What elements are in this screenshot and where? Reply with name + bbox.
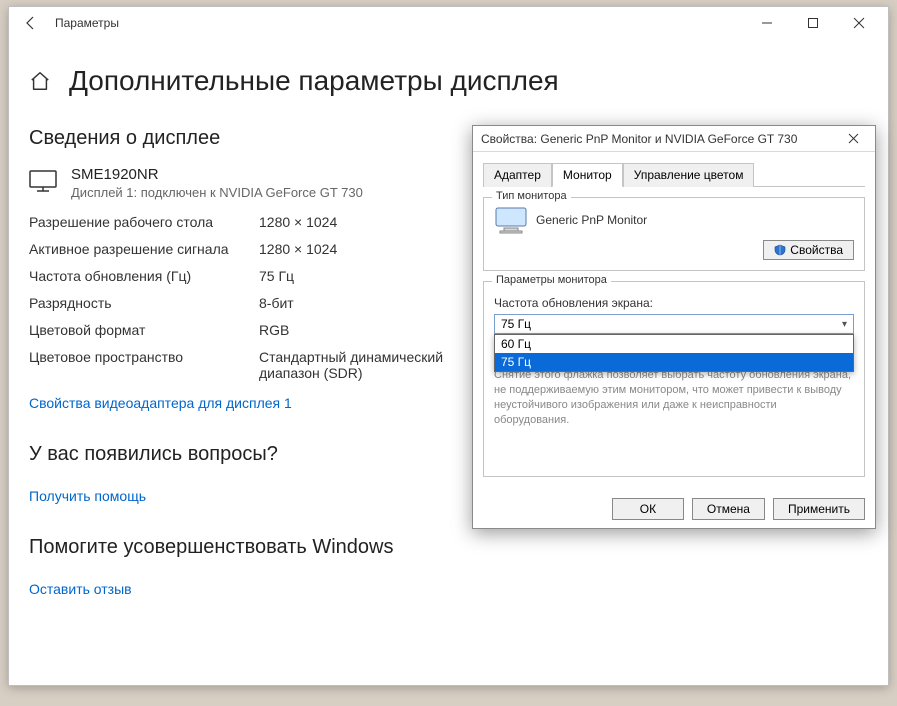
header-row: Дополнительные параметры дисплея (29, 65, 868, 97)
titlebar: Параметры (9, 7, 888, 39)
get-help-link[interactable]: Получить помощь (29, 488, 146, 504)
back-button[interactable] (15, 7, 47, 39)
dropdown-option[interactable]: 60 Гц (495, 335, 853, 353)
dropdown-field[interactable]: 75 Гц ▾ (494, 314, 854, 334)
back-arrow-icon (23, 15, 39, 31)
dialog-close-button[interactable] (839, 128, 867, 150)
info-value: 75 Гц (259, 268, 479, 284)
minimize-button[interactable] (744, 7, 790, 39)
dropdown-option[interactable]: 75 Гц (495, 353, 853, 371)
dialog-tabs: Адаптер Монитор Управление цветом (483, 162, 865, 187)
dialog-body: Адаптер Монитор Управление цветом Тип мо… (473, 152, 875, 477)
info-label: Цветовое пространство (29, 349, 259, 381)
monitor-connection: Дисплей 1: подключен к NVIDIA GeForce GT… (71, 185, 363, 200)
monitor-icon (29, 170, 57, 192)
dropdown-list: 60 Гц 75 Гц (494, 334, 854, 372)
section-feedback-title: Помогите усовершенствовать Windows (29, 536, 868, 559)
info-value: 1280 × 1024 (259, 241, 479, 257)
monitor-type-name: Generic PnP Monitor (536, 213, 647, 227)
maximize-icon (807, 17, 819, 29)
tab-color-management[interactable]: Управление цветом (623, 163, 755, 187)
properties-button-label: Свойства (790, 243, 843, 257)
close-button[interactable] (836, 7, 882, 39)
info-label: Разрешение рабочего стола (29, 214, 259, 230)
cancel-button[interactable]: Отмена (692, 498, 765, 520)
properties-button[interactable]: Свойства (763, 240, 854, 260)
shield-icon (774, 244, 786, 256)
dialog-title: Свойства: Generic PnP Monitor и NVIDIA G… (481, 132, 839, 146)
ok-button[interactable]: ОК (612, 498, 684, 520)
tab-adapter[interactable]: Адаптер (483, 163, 552, 187)
info-label: Цветовой формат (29, 322, 259, 338)
info-value: 8-бит (259, 295, 479, 311)
chevron-down-icon: ▾ (842, 319, 847, 330)
monitor-params-group: Параметры монитора Частота обновления эк… (483, 281, 865, 477)
info-value: 1280 × 1024 (259, 214, 479, 230)
adapter-properties-link[interactable]: Свойства видеоадаптера для дисплея 1 (29, 395, 292, 411)
group-legend: Тип монитора (492, 190, 571, 202)
maximize-button[interactable] (790, 7, 836, 39)
dialog-titlebar: Свойства: Generic PnP Monitor и NVIDIA G… (473, 126, 875, 152)
monitor-device-icon (494, 206, 528, 234)
group-legend: Параметры монитора (492, 274, 611, 286)
minimize-icon (761, 17, 773, 29)
dropdown-selected: 75 Гц (501, 317, 531, 331)
home-icon[interactable] (29, 70, 51, 92)
refresh-rate-dropdown[interactable]: 75 Гц ▾ 60 Гц 75 Гц (494, 314, 854, 334)
dialog-button-row: ОК Отмена Применить (612, 498, 865, 520)
monitor-properties-dialog: Свойства: Generic PnP Monitor и NVIDIA G… (472, 125, 876, 529)
close-icon (848, 133, 859, 144)
info-label: Разрядность (29, 295, 259, 311)
info-value: Стандартный динамический диапазон (SDR) (259, 349, 479, 381)
info-label: Активное разрешение сигнала (29, 241, 259, 257)
refresh-rate-label: Частота обновления экрана: (494, 296, 854, 310)
hide-modes-hint: Снятие этого флажка позволяет выбрать ча… (494, 368, 854, 427)
info-value: RGB (259, 322, 479, 338)
window-title: Параметры (55, 16, 119, 30)
tab-monitor[interactable]: Монитор (552, 163, 623, 187)
apply-button[interactable]: Применить (773, 498, 865, 520)
monitor-name: SME1920NR (71, 166, 363, 183)
info-label: Частота обновления (Гц) (29, 268, 259, 284)
monitor-type-group: Тип монитора Generic PnP Monitor Свойств… (483, 197, 865, 271)
close-icon (853, 17, 865, 29)
feedback-link[interactable]: Оставить отзыв (29, 581, 132, 597)
page-title: Дополнительные параметры дисплея (69, 65, 559, 97)
